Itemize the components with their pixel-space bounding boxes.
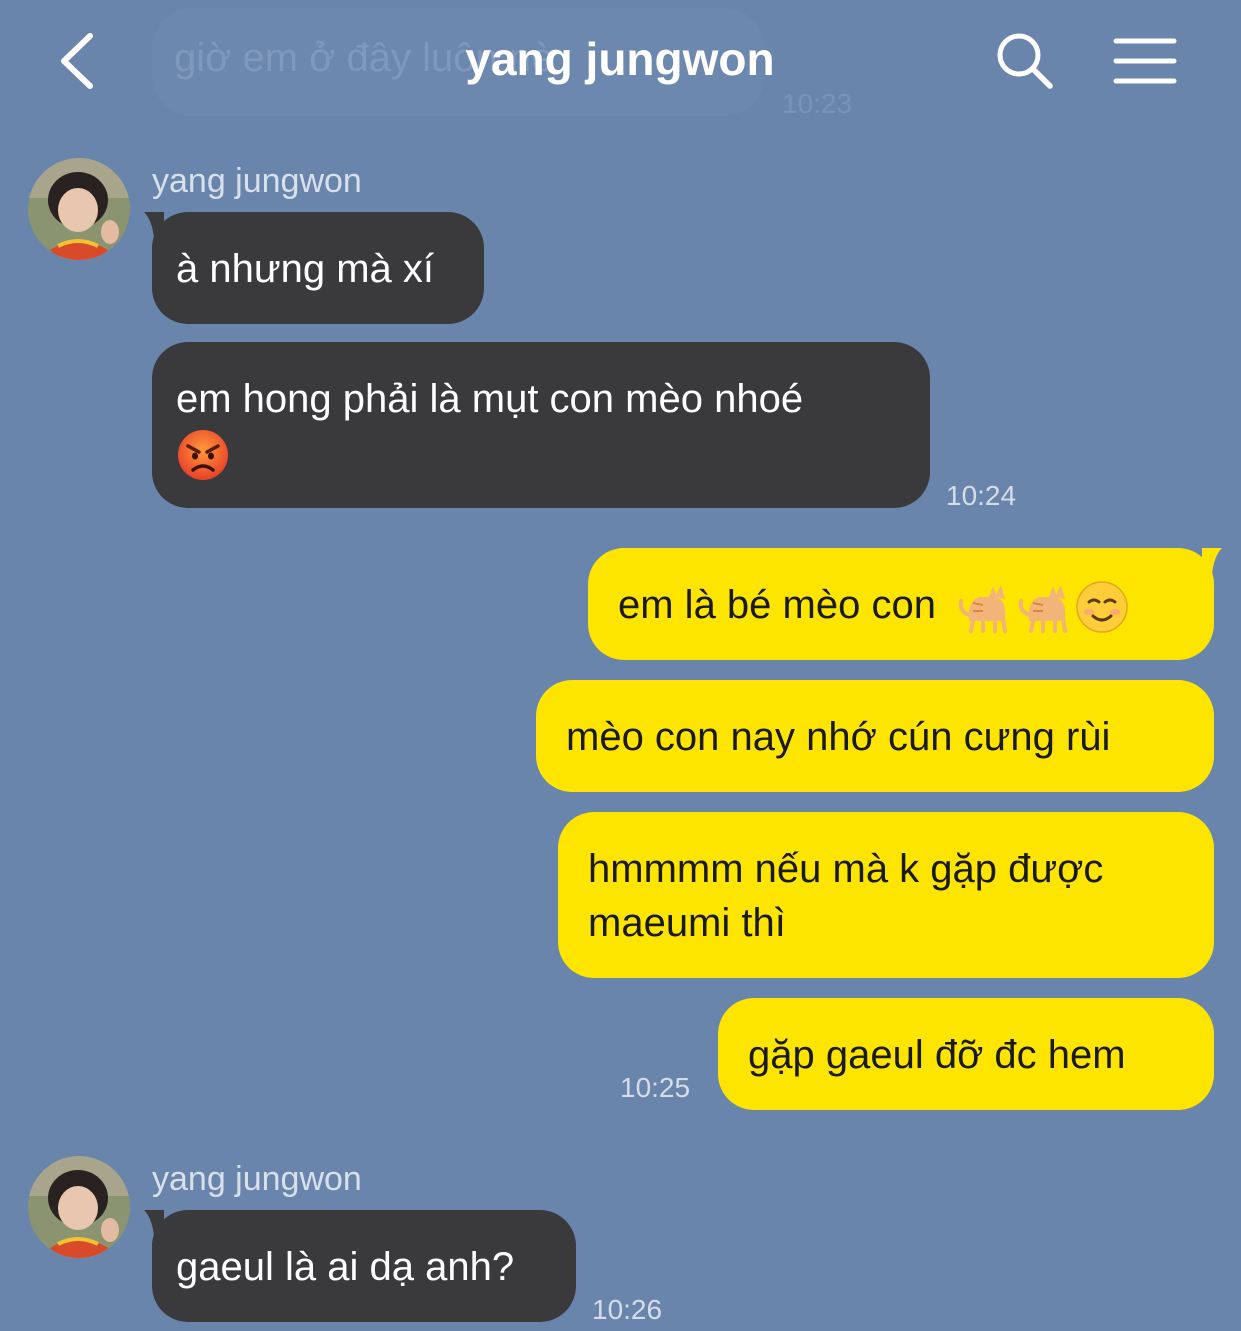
hamburger-menu-icon — [1113, 38, 1177, 84]
avatar[interactable] — [28, 158, 130, 260]
back-button[interactable] — [52, 28, 112, 94]
previous-message-time: 10:23 — [782, 88, 853, 119]
message-bubble[interactable]: em hong phải là mụt con mèo nhoé — [152, 342, 930, 508]
chat-title: yang jungwon — [465, 33, 775, 85]
message-bubble[interactable]: hmmmm nếu mà k gặp được maeumi thì — [558, 812, 1214, 978]
message-text: à nhưng mà xí — [176, 247, 435, 291]
angry-face-emoji — [178, 430, 228, 481]
message-bubble[interactable]: gaeul là ai dạ anh? — [152, 1210, 576, 1322]
message-text: mèo con nay nhớ cún cưng rùi — [566, 715, 1111, 759]
sender-name: yang jungwon — [152, 1160, 362, 1198]
message-text: gặp gaeul đỡ đc hem — [748, 1033, 1126, 1077]
message-bubble[interactable]: à nhưng mà xí — [152, 212, 484, 324]
smiling-face-emoji — [1076, 581, 1128, 634]
avatar[interactable] — [28, 1156, 130, 1258]
message-text: em là bé mèo con — [618, 583, 936, 627]
message-bubble[interactable]: em là bé mèo con — [588, 548, 1214, 660]
message-timestamp: 10:25 — [620, 1072, 691, 1103]
search-icon — [997, 33, 1053, 89]
message-bubble[interactable]: mèo con nay nhớ cún cưng rùi — [536, 680, 1214, 792]
cat-emoji — [1018, 585, 1068, 634]
message-text: em hong phải là mụt con mèo nhoé — [176, 377, 804, 421]
profile-photo-icon — [28, 158, 130, 260]
message-bubble[interactable]: gặp gaeul đỡ đc hem — [718, 998, 1214, 1110]
search-button[interactable] — [994, 30, 1056, 92]
message-text: hmmmm nếu mà k gặp được maeumi thì — [588, 847, 1104, 945]
profile-photo-icon — [28, 1156, 130, 1258]
message-timestamp: 10:26 — [592, 1294, 663, 1325]
chevron-left-icon — [61, 33, 93, 89]
menu-button[interactable] — [1112, 36, 1178, 86]
chat-screen: giờ em ở đây luôn nè 10:23 yang jungwon — [0, 0, 1241, 1331]
message-text: gaeul là ai dạ anh? — [176, 1245, 515, 1289]
sender-name: yang jungwon — [152, 162, 362, 200]
cat-emoji — [958, 585, 1008, 634]
message-timestamp: 10:24 — [946, 480, 1017, 511]
